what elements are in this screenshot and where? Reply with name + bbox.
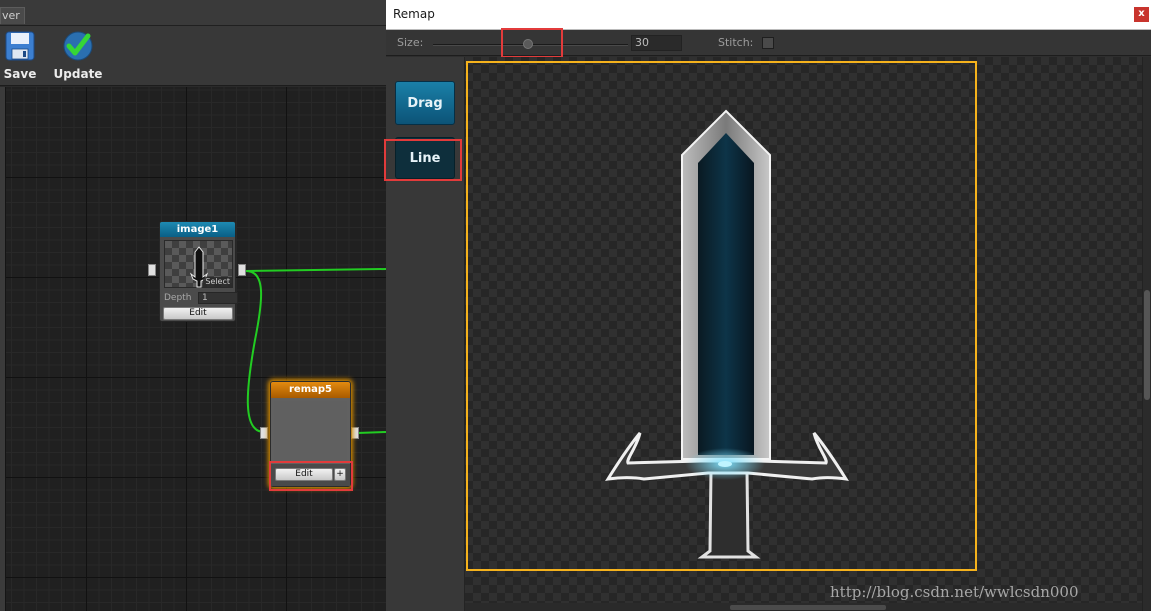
vertical-scrollbar-thumb[interactable] [1144, 290, 1150, 400]
size-input[interactable]: 30 [631, 35, 682, 51]
depth-label: Depth [164, 293, 192, 303]
close-icon: x [1138, 8, 1145, 19]
remap5-input-port[interactable] [260, 427, 268, 439]
editor-toolbar: Save Update [0, 26, 386, 86]
remap5-node-title: remap5 [271, 382, 350, 398]
stitch-checkbox[interactable] [762, 37, 774, 49]
watermark: http://blog.csdn.net/wwlcsdn000 [830, 583, 1079, 601]
image1-edit-button[interactable]: Edit [163, 307, 233, 320]
image1-output-port[interactable] [238, 264, 246, 276]
highlight-edit-box [269, 461, 353, 491]
depth-row: Depth 1 [164, 292, 238, 304]
save-icon [5, 31, 35, 61]
close-button[interactable]: x [1134, 7, 1149, 22]
highlight-line-box [384, 139, 462, 181]
save-button[interactable]: Save [1, 30, 39, 81]
remap-window: Remap x Size: 30 Stitch: Drag Line [384, 0, 1151, 611]
app-root: ver Save Update image1 Select Depth 1 Ed… [0, 0, 1151, 611]
horizontal-scrollbar[interactable] [465, 603, 1142, 611]
update-button[interactable]: Update [52, 30, 104, 81]
checkmark-icon [63, 31, 93, 61]
vertical-scrollbar[interactable] [1142, 57, 1151, 611]
remap-canvas[interactable] [465, 57, 1142, 611]
remap-window-title: Remap [393, 7, 435, 21]
image1-input-port[interactable] [148, 264, 156, 276]
depth-input[interactable]: 1 [198, 292, 238, 304]
image1-node[interactable]: image1 Select Depth 1 Edit [159, 221, 238, 322]
stitch-label: Stitch: [718, 36, 754, 49]
node-graph-canvas[interactable] [6, 87, 386, 611]
node-editor-panel: ver Save Update image1 Select Depth 1 Ed… [0, 0, 386, 611]
image1-thumbnail[interactable]: Select [164, 240, 233, 288]
image-frame [466, 61, 977, 571]
image1-node-title: image1 [160, 222, 235, 237]
select-badge[interactable]: Select [203, 277, 232, 287]
remap5-preview [274, 401, 347, 462]
horizontal-scrollbar-thumb[interactable] [730, 605, 886, 610]
remap5-output-port[interactable] [351, 427, 359, 439]
save-button-label: Save [3, 67, 37, 81]
size-label: Size: [397, 36, 424, 49]
update-button-label: Update [53, 67, 103, 81]
drag-mode-button[interactable]: Drag [395, 81, 455, 125]
editor-tab-bar: ver [0, 0, 386, 26]
remap-titlebar[interactable]: Remap x [386, 0, 1151, 30]
editor-tab[interactable]: ver [0, 7, 25, 24]
highlight-slider-box [501, 28, 563, 58]
